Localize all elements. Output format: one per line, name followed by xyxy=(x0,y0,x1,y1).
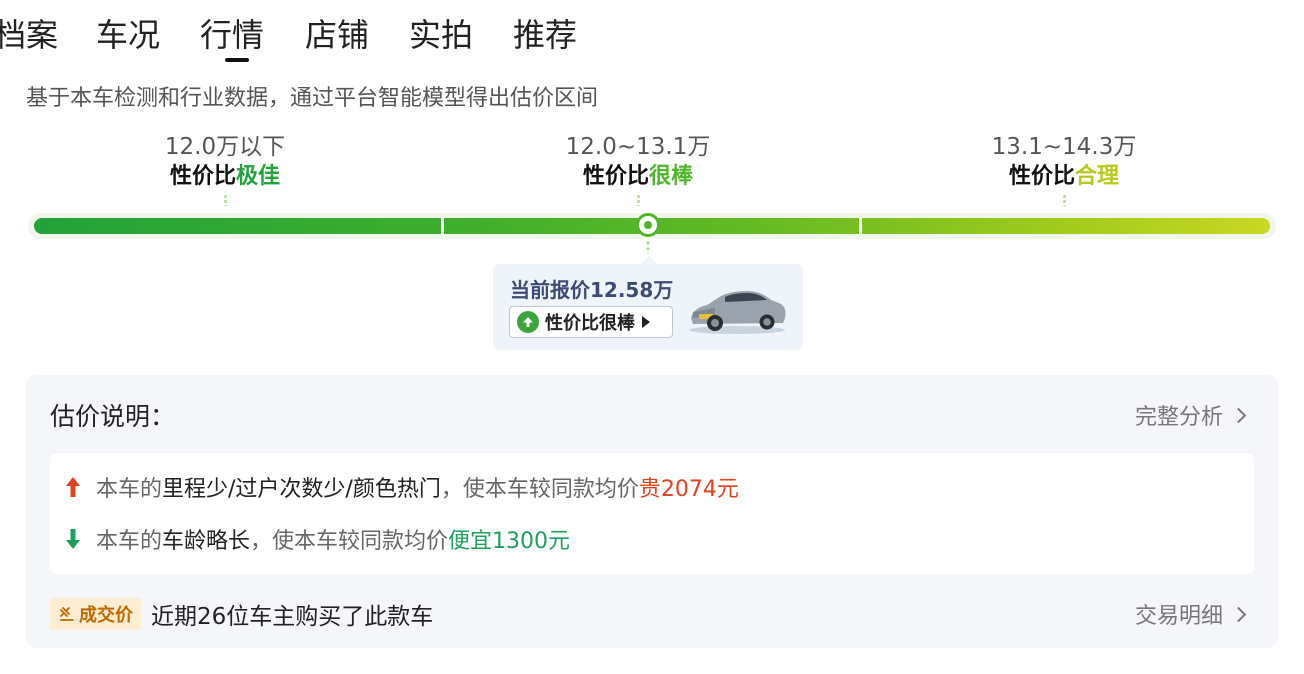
marker-connector-dots xyxy=(646,240,650,254)
range-rating: 性价比极佳 xyxy=(95,162,355,192)
value-rating-button[interactable]: 性价比很棒 xyxy=(509,306,673,338)
full-analysis-link[interactable]: 完整分析 xyxy=(1134,399,1247,431)
rating-prefix: 性价比 xyxy=(1008,164,1075,189)
estimate-explanation-panel: 估价说明： 完整分析 本车的 里程少/过户次数少/颜色热门 ，使本车较同款均价 贵20… xyxy=(26,375,1278,648)
chevron-right-icon xyxy=(1230,407,1247,423)
chevron-right-icon xyxy=(1230,606,1247,622)
full-analysis-label: 完整分析 xyxy=(1134,405,1223,430)
range-price: 13.1~14.3万 xyxy=(991,134,1137,160)
bar-separator xyxy=(441,218,444,234)
tab-archive[interactable]: 档案 xyxy=(0,12,58,58)
tab-store[interactable]: 店铺 xyxy=(305,12,369,58)
panel-title: 估价说明： xyxy=(50,402,176,431)
factor-detail: 车龄略长 xyxy=(162,529,251,554)
price-factor-list: 本车的 里程少/过户次数少/颜色热门 ，使本车较同款均价 贵2074元 本车的 车龄略长… xyxy=(50,453,1254,574)
tab-condition[interactable]: 车况 xyxy=(96,12,160,58)
factor-middle: ，使本车较同款均价 xyxy=(440,477,639,502)
estimate-subtitle: 基于本车检测和行业数据，通过平台智能模型得出估价区间 xyxy=(26,86,599,111)
price-range-good: 12.0~13.1万 性价比很棒 xyxy=(508,132,768,206)
play-arrow-icon xyxy=(642,316,650,328)
recent-deals: 成交价 近期26位车主购买了此款车 xyxy=(50,597,433,631)
factor-impact: 便宜1300元 xyxy=(448,529,571,554)
value-rating-label: 性价比很棒 xyxy=(545,313,635,334)
tab-market[interactable]: 行情 xyxy=(200,12,265,62)
price-range-best: 12.0万以下 性价比极佳 xyxy=(95,132,355,206)
arrow-up-circle-icon xyxy=(517,311,539,333)
gavel-icon xyxy=(60,607,74,621)
factor-middle: ，使本车较同款均价 xyxy=(250,529,449,554)
range-rating: 性价比合理 xyxy=(934,162,1194,192)
factor-detail: 里程少/过户次数少/颜色热门 xyxy=(162,477,441,502)
tab-photos[interactable]: 实拍 xyxy=(409,12,473,58)
range-price: 12.0~13.1万 xyxy=(565,134,711,160)
market-page: 档案 车况 行情 店铺 实拍 推荐 基于本车检测和行业数据，通过平台智能模型得出… xyxy=(0,0,1304,674)
factor-prefix: 本车的 xyxy=(96,477,163,502)
rating-prefix: 性价比 xyxy=(169,164,236,189)
price-factor-up: 本车的 里程少/过户次数少/颜色热门 ，使本车较同款均价 贵2074元 xyxy=(62,471,739,503)
range-price: 12.0万以下 xyxy=(164,134,286,160)
range-dots xyxy=(636,194,640,206)
recent-buyers-text: 近期26位车主购买了此款车 xyxy=(151,604,434,630)
arrow-up-icon xyxy=(62,474,84,500)
arrow-down-icon xyxy=(62,526,84,552)
tab-recommend[interactable]: 推荐 xyxy=(513,12,577,58)
rating-prefix: 性价比 xyxy=(582,164,649,189)
range-dots xyxy=(223,194,227,206)
price-factor-down: 本车的 车龄略长 ，使本车较同款均价 便宜1300元 xyxy=(62,523,570,555)
range-rating: 性价比很棒 xyxy=(508,162,768,192)
current-price-title: 当前报价12.58万 xyxy=(510,278,674,302)
rating-highlight: 很棒 xyxy=(649,164,694,189)
range-dots xyxy=(1062,194,1066,206)
deal-price-badge: 成交价 xyxy=(50,598,141,630)
transaction-details-label: 交易明细 xyxy=(1134,604,1223,629)
factor-impact: 贵2074元 xyxy=(638,477,739,502)
transaction-details-link[interactable]: 交易明细 xyxy=(1134,598,1247,630)
car-image xyxy=(689,291,786,334)
tab-market-label: 行情 xyxy=(200,16,265,54)
price-range-ok: 13.1~14.3万 性价比合理 xyxy=(934,132,1194,206)
current-price-card: 当前报价12.58万 性价比很棒 xyxy=(493,256,803,350)
factor-prefix: 本车的 xyxy=(96,529,163,554)
rating-highlight: 极佳 xyxy=(236,164,281,189)
rating-highlight: 合理 xyxy=(1075,164,1120,189)
active-tab-indicator xyxy=(225,58,249,62)
current-price-marker xyxy=(636,213,660,237)
deal-price-label: 成交价 xyxy=(79,605,133,626)
bar-separator xyxy=(859,218,862,234)
